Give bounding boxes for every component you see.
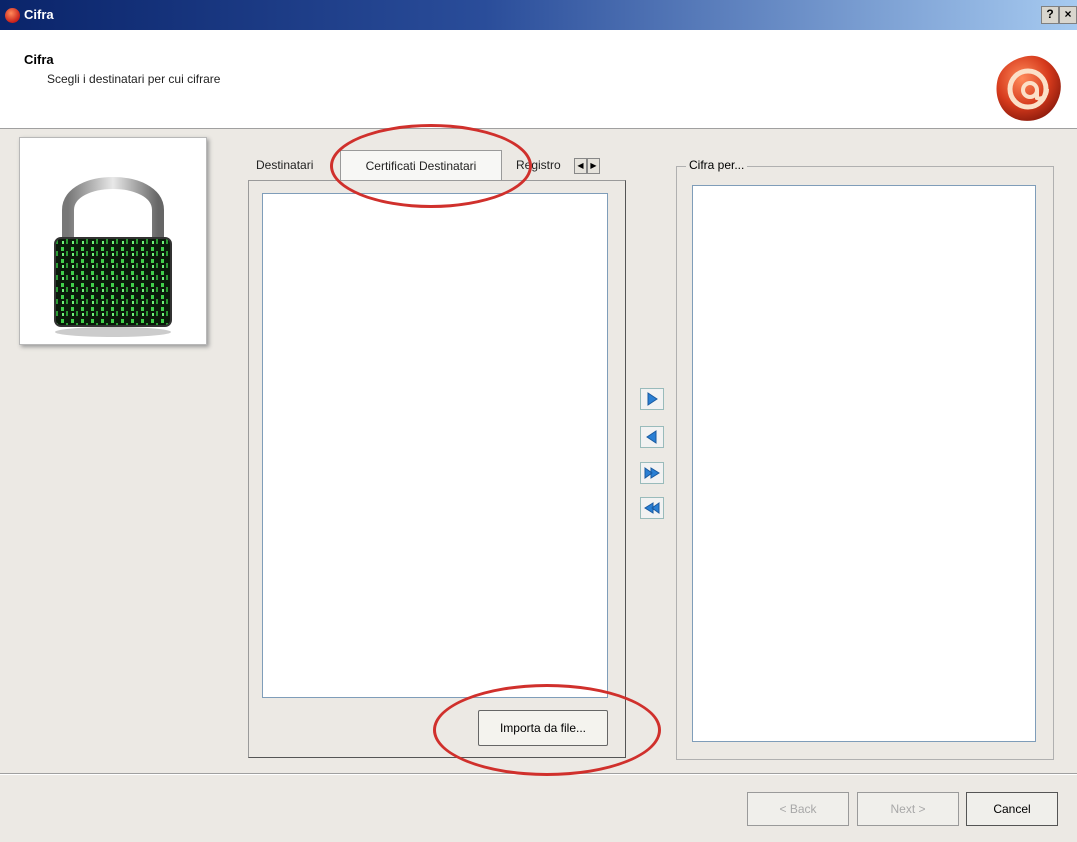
window-title: Cifra <box>24 7 54 22</box>
highlight-ellipse-import <box>433 684 661 776</box>
cifra-dialog: Cifra ? × Cifra Scegli i destinatari per… <box>0 0 1077 842</box>
double-arrow-left-icon <box>644 502 660 514</box>
wizard-header: Cifra Scegli i destinatari per cui cifra… <box>0 30 1077 129</box>
lock-image-panel <box>19 137 207 345</box>
tab-scroll-left-icon[interactable]: ◀ <box>574 158 587 174</box>
cifra-per-label: Cifra per... <box>686 158 748 172</box>
next-button[interactable]: Next > <box>857 792 959 826</box>
certificates-list[interactable] <box>262 193 608 698</box>
add-selected-button[interactable] <box>640 388 664 410</box>
page-subtitle: Scegli i destinatari per cui cifrare <box>47 72 221 86</box>
tab-scroll-right-icon[interactable]: ▶ <box>587 158 600 174</box>
double-arrow-right-icon <box>644 467 660 479</box>
help-button[interactable]: ? <box>1041 6 1059 24</box>
page-title: Cifra <box>24 52 54 67</box>
padlock-icon <box>54 177 172 337</box>
tab-destinatari[interactable]: Destinatari <box>256 150 313 180</box>
selected-recipients-list[interactable] <box>692 185 1036 742</box>
title-bar: Cifra ? × <box>0 0 1077 30</box>
close-button[interactable]: × <box>1059 6 1077 24</box>
wax-seal-icon <box>996 55 1061 121</box>
add-all-button[interactable] <box>640 462 664 484</box>
highlight-ellipse-tab <box>330 124 532 208</box>
remove-all-button[interactable] <box>640 497 664 519</box>
remove-selected-button[interactable] <box>640 426 664 448</box>
app-icon <box>5 8 20 23</box>
arrow-right-icon <box>647 392 658 406</box>
arrow-left-icon <box>646 430 657 444</box>
back-button[interactable]: < Back <box>747 792 849 826</box>
cancel-button[interactable]: Cancel <box>966 792 1058 826</box>
